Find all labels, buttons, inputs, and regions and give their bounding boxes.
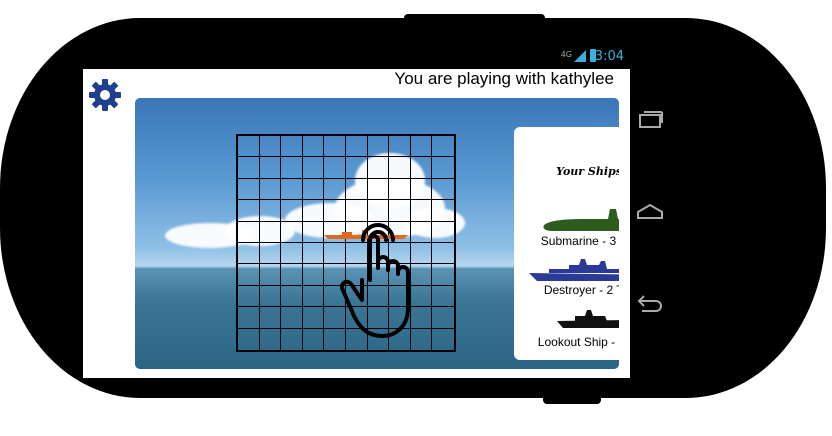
grid-cell[interactable] bbox=[281, 178, 303, 201]
grid-cell[interactable] bbox=[389, 136, 411, 158]
destroyer-label: Destroyer - 2 Tiles bbox=[543, 283, 619, 297]
grid-cell[interactable] bbox=[324, 157, 346, 179]
grid-cell[interactable] bbox=[324, 178, 346, 201]
game-screen: You are playing with kathylee Your Ships… bbox=[83, 69, 630, 378]
grid-cell[interactable] bbox=[281, 328, 303, 350]
recent-apps-icon[interactable] bbox=[636, 110, 664, 130]
status-time: 3:04 bbox=[594, 49, 624, 64]
grid-cell[interactable] bbox=[238, 221, 260, 243]
grid-cell[interactable] bbox=[238, 157, 260, 179]
grid-cell[interactable] bbox=[302, 242, 325, 265]
grid-cell[interactable] bbox=[238, 307, 260, 329]
grid-cell[interactable] bbox=[281, 242, 303, 265]
grid-cell[interactable] bbox=[432, 136, 454, 158]
grid-cell[interactable] bbox=[432, 157, 454, 179]
grid-cell[interactable] bbox=[302, 307, 325, 329]
destroyer-icon bbox=[529, 259, 619, 281]
grid-cell[interactable] bbox=[259, 157, 282, 179]
grid-cell[interactable] bbox=[259, 307, 282, 329]
grid-cell[interactable] bbox=[281, 264, 303, 286]
grid-cell[interactable] bbox=[281, 200, 303, 222]
grid-cell[interactable] bbox=[259, 200, 282, 222]
grid-cell[interactable] bbox=[324, 136, 346, 158]
grid-cell[interactable] bbox=[302, 136, 325, 158]
hand-pointer-icon bbox=[340, 223, 410, 338]
grid-cell[interactable] bbox=[259, 242, 282, 265]
grid-cell[interactable] bbox=[281, 285, 303, 308]
your-ships-panel: Your Ships Submarine - 3 Tiles Destroyer… bbox=[514, 127, 619, 360]
grid-cell[interactable] bbox=[259, 178, 282, 201]
grid-cell[interactable] bbox=[259, 221, 282, 243]
grid-cell[interactable] bbox=[346, 178, 368, 201]
grid-cell[interactable] bbox=[367, 157, 390, 179]
network-type: 4G bbox=[560, 50, 572, 59]
grid-cell[interactable] bbox=[238, 178, 260, 201]
grid-cell[interactable] bbox=[410, 157, 433, 179]
submarine-icon bbox=[543, 209, 619, 231]
grid-cell[interactable] bbox=[303, 328, 325, 350]
opponent-title: You are playing with kathylee bbox=[394, 69, 614, 88]
grid-cell[interactable] bbox=[302, 178, 325, 201]
phone-volume-button bbox=[543, 390, 601, 404]
grid-cell[interactable] bbox=[281, 136, 303, 158]
grid-cell[interactable] bbox=[238, 242, 260, 265]
grid-cell[interactable] bbox=[389, 157, 411, 179]
panel-title: Your Ships bbox=[556, 165, 619, 178]
grid-cell[interactable] bbox=[238, 328, 260, 350]
home-icon[interactable] bbox=[636, 202, 664, 222]
grid-cell[interactable] bbox=[302, 200, 325, 222]
phone-power-button bbox=[404, 14, 545, 28]
lookout-ship-label: Lookout Ship - 1 Tile bbox=[537, 335, 619, 349]
grid-cell[interactable] bbox=[281, 307, 303, 329]
grid-cell[interactable] bbox=[410, 178, 433, 201]
lookout-ship-icon bbox=[557, 310, 619, 328]
grid-cell[interactable] bbox=[259, 264, 282, 286]
grid-cell[interactable] bbox=[367, 178, 390, 201]
grid-cell[interactable] bbox=[302, 264, 325, 286]
grid-cell[interactable] bbox=[238, 136, 260, 158]
grid-cell[interactable] bbox=[281, 221, 303, 243]
grid-cell[interactable] bbox=[238, 200, 260, 222]
grid-cell[interactable] bbox=[259, 136, 282, 158]
device-screen: 4G 3:04 You are playing with kathylee Yo… bbox=[83, 44, 630, 378]
grid-cell[interactable] bbox=[410, 136, 433, 158]
grid-cell[interactable] bbox=[346, 157, 368, 179]
grid-cell[interactable] bbox=[302, 285, 325, 308]
signal-icon bbox=[574, 50, 586, 62]
submarine-label: Submarine - 3 Tiles bbox=[540, 234, 619, 248]
status-bar: 4G 3:04 bbox=[83, 44, 630, 69]
grid-cell[interactable] bbox=[238, 264, 260, 286]
grid-cell[interactable] bbox=[346, 136, 368, 158]
grid-cell[interactable] bbox=[238, 285, 260, 308]
grid-cell[interactable] bbox=[432, 179, 454, 201]
game-board-area: Your Ships Submarine - 3 Tiles Destroyer… bbox=[135, 98, 619, 369]
grid-cell[interactable] bbox=[367, 136, 390, 158]
grid-cell[interactable] bbox=[302, 157, 325, 179]
grid-cell[interactable] bbox=[259, 285, 282, 308]
grid-cell[interactable] bbox=[260, 328, 282, 350]
grid-cell[interactable] bbox=[389, 178, 411, 201]
grid-cell[interactable] bbox=[281, 157, 303, 179]
back-icon[interactable] bbox=[636, 292, 666, 314]
gear-icon[interactable] bbox=[87, 77, 123, 113]
